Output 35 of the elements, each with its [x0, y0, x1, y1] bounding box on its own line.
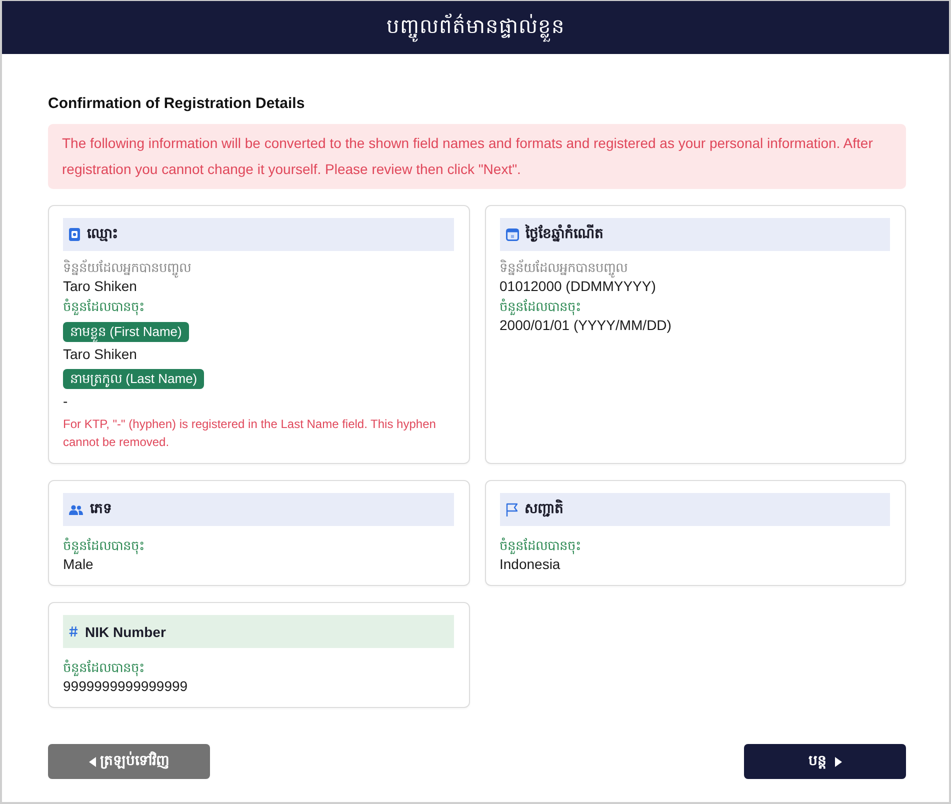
registered-label: ចំនួនដែលបានចុះ — [63, 298, 145, 316]
registered-value: 2000/01/01 (YYYY/MM/DD) — [500, 316, 672, 334]
card-title: ថ្ងៃខែឆ្នាំកំណើត — [526, 224, 604, 244]
entered-label: ទិន្នន័យដែលអ្នកបានបញ្ចូល — [500, 259, 628, 277]
people-icon — [69, 504, 83, 514]
registered-label: ចំនួនដែលបានចុះ — [500, 537, 582, 555]
warning-note: For KTP, "-" (hyphen) is registered in the Last Name field. This hyphen cannot be removed. — [63, 416, 437, 451]
flag-icon — [506, 502, 518, 516]
registered-label: ចំនួនដែលបានចុះ — [63, 659, 145, 677]
registered-value: - — [63, 392, 68, 410]
caret-left-icon — [89, 756, 96, 766]
registered-value: Indonesia — [500, 555, 560, 573]
card-title: NIK Number — [85, 624, 166, 640]
next-button[interactable]: បន្ត — [744, 744, 906, 779]
field-badge: នាមខ្លួន (First Name) — [63, 322, 189, 342]
registered-value: Taro Shiken — [63, 345, 137, 363]
calendar-icon — [506, 228, 518, 241]
registered-value: 9999999999999999 — [63, 677, 188, 695]
hash-icon — [69, 626, 78, 637]
card-title: ឈ្មោះ — [87, 224, 118, 244]
page-title: បញ្ចូលព័ត៌មានផ្ទាល់ខ្លួន — [386, 12, 565, 42]
contact-card-icon — [69, 228, 80, 241]
registered-value: Male — [63, 555, 94, 573]
entered-label: ទិន្នន័យដែលអ្នកបានបញ្ចូល — [63, 259, 191, 277]
entered-value: Taro Shiken — [63, 278, 137, 295]
notice-banner: The following information will be converted to the shown field names and formats and registered as your personal information. After registration you cannot change it yourself. Please review then click "Next". — [48, 124, 906, 189]
registered-label: ចំនួនដែលបានចុះ — [500, 298, 582, 316]
back-button[interactable]: ត្រឡប់ទៅវិញ — [48, 744, 210, 779]
registered-label: ចំនួនដែលបានចុះ — [63, 537, 145, 555]
section-heading: Confirmation of Registration Details — [48, 94, 306, 114]
caret-right-icon — [834, 756, 842, 766]
card-title: ភេទ — [90, 499, 112, 518]
card-title: សញ្ជាតិ — [524, 499, 564, 519]
entered-value: 01012000 (DDMMYYYY) — [500, 278, 656, 295]
field-badge: នាមត្រកូល (Last Name) — [63, 369, 204, 389]
